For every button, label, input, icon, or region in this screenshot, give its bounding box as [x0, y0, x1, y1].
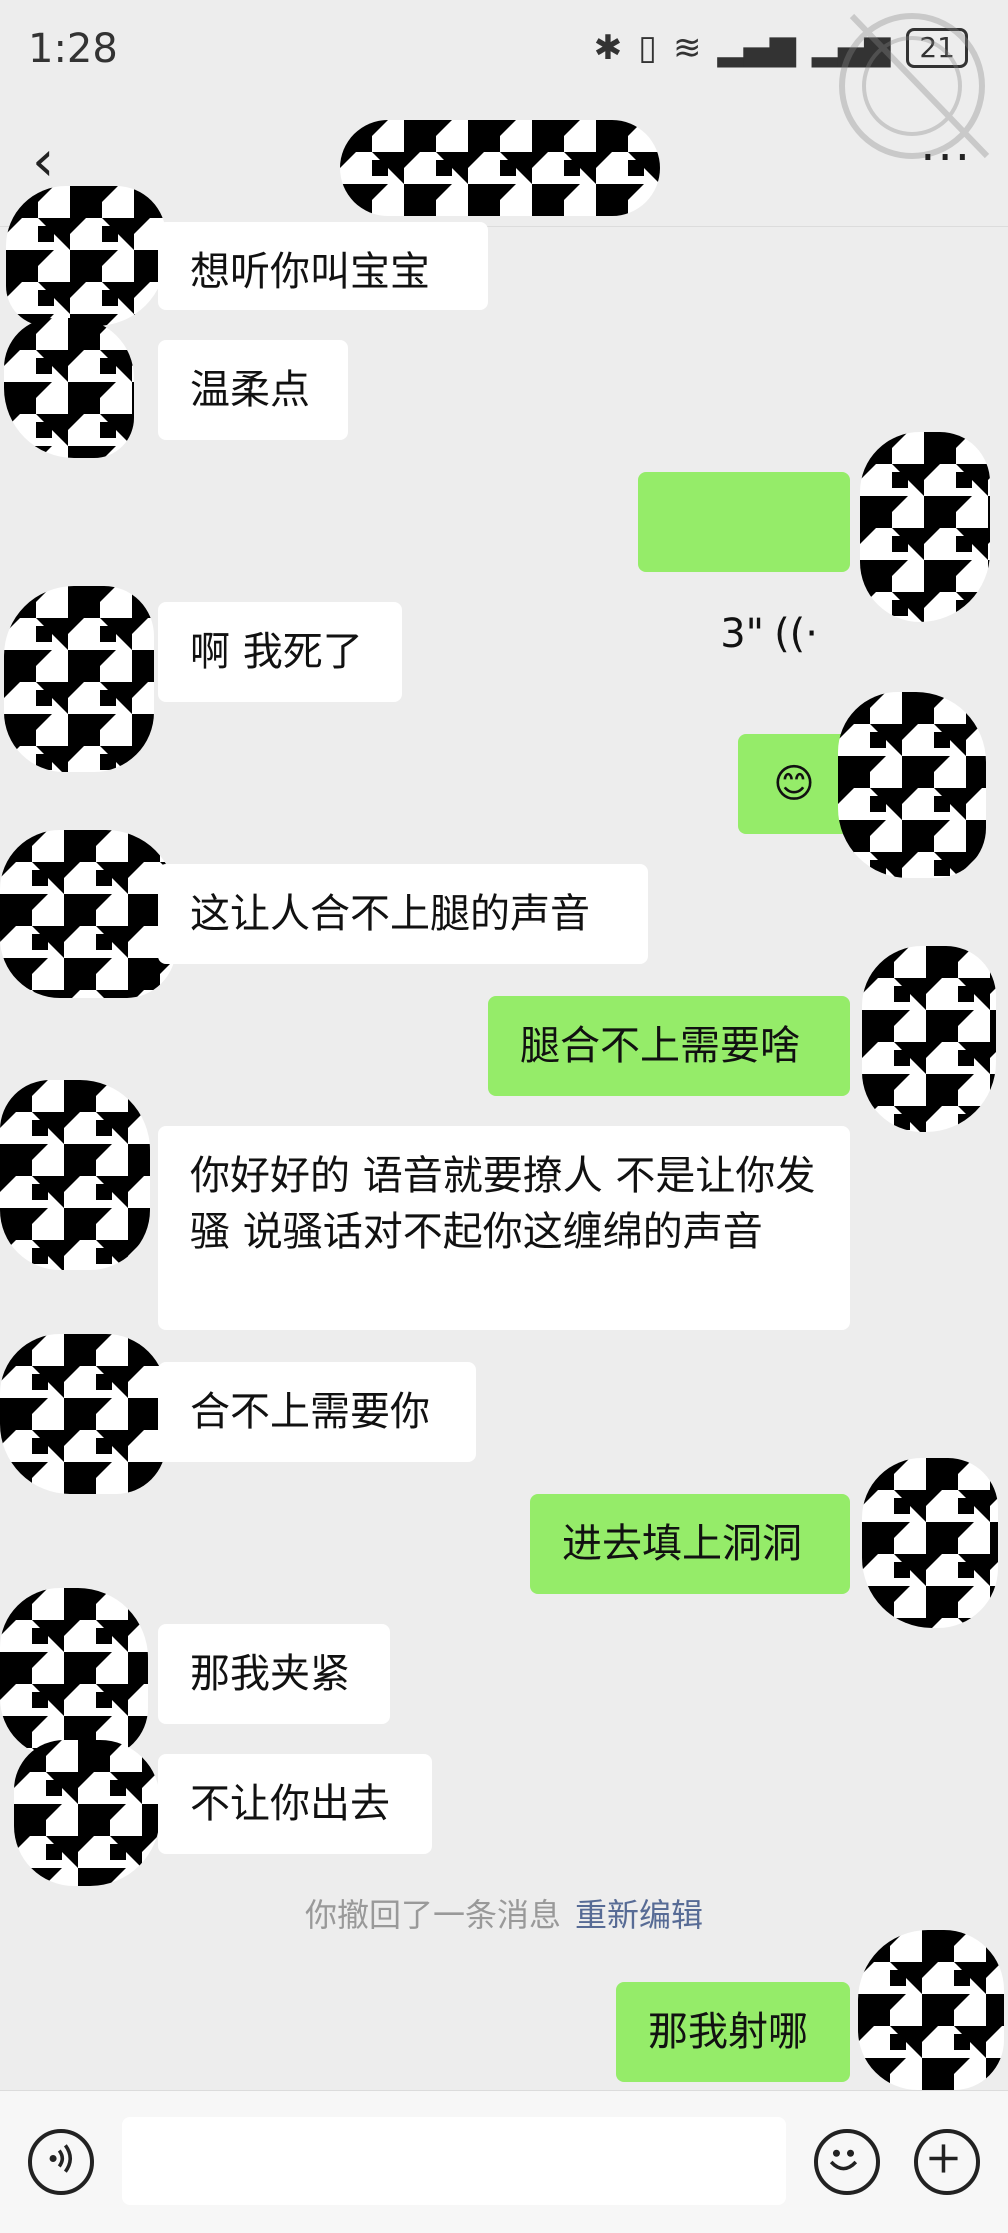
input-bar: [0, 2090, 1008, 2233]
message-text: 进去填上洞洞: [562, 1521, 802, 1567]
message-text: 温柔点: [190, 367, 310, 413]
message-bubble-incoming[interactable]: 你好好的 语音就要撩人 不是让你发骚 说骚话对不起你这缠绵的声音: [158, 1126, 850, 1330]
recall-text: 你撤回了一条消息: [304, 1896, 561, 1934]
voice-duration: 3": [720, 611, 765, 657]
bluetooth-icon: ✱: [593, 28, 623, 68]
avatar[interactable]: [0, 830, 176, 998]
more-button[interactable]: ···: [920, 130, 972, 186]
avatar[interactable]: [862, 946, 996, 1132]
emoji-message-bubble[interactable]: 😊: [738, 734, 850, 834]
message-bubble-incoming[interactable]: 那我夹紧: [158, 1624, 390, 1724]
message-text: 你好好的 语音就要撩人 不是让你发骚 说骚话对不起你这缠绵的声音: [190, 1153, 816, 1255]
re-edit-link[interactable]: 重新编辑: [575, 1896, 703, 1934]
message-text: 想听你叫宝宝: [190, 249, 430, 295]
message-text: 不让你出去: [190, 1781, 390, 1827]
chevron-left-icon[interactable]: ‹: [32, 130, 54, 194]
avatar[interactable]: [858, 1930, 1004, 2090]
avatar[interactable]: [0, 1334, 166, 1494]
message-text: 啊 我死了: [190, 629, 363, 675]
message-text: 合不上需要你: [190, 1389, 430, 1435]
avatar[interactable]: [0, 1080, 150, 1270]
message-bubble-incoming[interactable]: 想听你叫宝宝: [158, 222, 488, 310]
emoji-icon[interactable]: [814, 2129, 880, 2195]
message-bubble-incoming[interactable]: 这让人合不上腿的声音: [158, 864, 648, 964]
avatar[interactable]: [6, 186, 166, 326]
avatar[interactable]: [4, 318, 134, 458]
emoji-smile: 😊: [773, 761, 815, 807]
message-bubble-outgoing[interactable]: 进去填上洞洞: [530, 1494, 850, 1594]
message-bubble-outgoing[interactable]: 腿合不上需要啥: [488, 996, 850, 1096]
avatar[interactable]: [860, 432, 990, 622]
vibrate-icon: ▯: [638, 28, 657, 68]
signal-icon: ▂▄▆: [717, 28, 796, 68]
message-text: 腿合不上需要啥: [520, 1023, 800, 1069]
message-input[interactable]: [122, 2117, 786, 2205]
message-text: 那我夹紧: [190, 1651, 350, 1697]
voice-input-icon[interactable]: [28, 2129, 94, 2195]
avatar[interactable]: [4, 586, 154, 772]
voice-waves-icon: ((·: [774, 611, 818, 657]
message-bubble-outgoing[interactable]: 那我射哪: [616, 1982, 850, 2082]
avatar[interactable]: [0, 1588, 148, 1758]
avatar[interactable]: [862, 1458, 998, 1628]
contact-name-redacted: [340, 120, 660, 216]
plus-icon[interactable]: [914, 2129, 980, 2195]
voice-message-bubble[interactable]: 3" ((·: [638, 472, 850, 657]
status-time: 1:28: [28, 26, 118, 72]
message-bubble-incoming[interactable]: 不让你出去: [158, 1754, 432, 1854]
message-bubble-incoming[interactable]: 温柔点: [158, 340, 348, 440]
message-text: 这让人合不上腿的声音: [190, 891, 590, 937]
recall-notice: 你撤回了一条消息 重新编辑: [0, 1890, 1008, 1936]
message-bubble-incoming[interactable]: 啊 我死了: [158, 602, 402, 702]
avatar[interactable]: [14, 1740, 160, 1886]
message-bubble-incoming[interactable]: 合不上需要你: [158, 1362, 476, 1462]
avatar[interactable]: [838, 692, 986, 878]
message-text: 那我射哪: [648, 2009, 808, 2055]
wifi-icon: ≋: [672, 28, 702, 68]
